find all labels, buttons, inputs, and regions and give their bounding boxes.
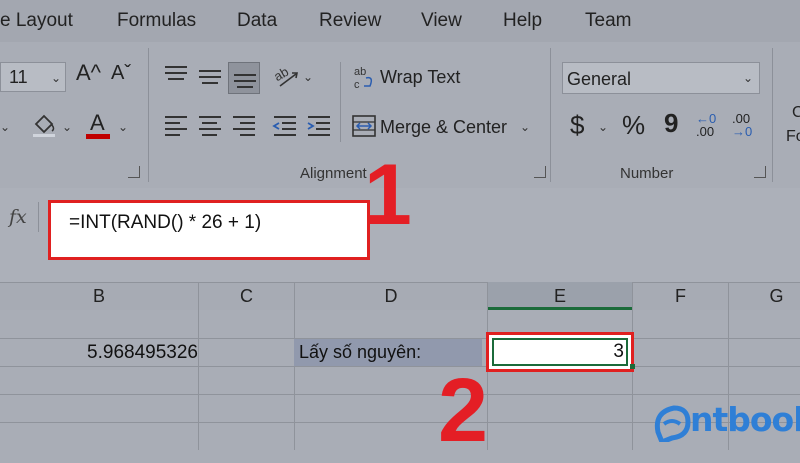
cell-e-selected[interactable]: 3 <box>486 332 634 372</box>
group-separator <box>340 62 341 142</box>
column-header-d[interactable]: D <box>295 283 487 309</box>
font-launcher-icon[interactable] <box>128 166 140 178</box>
menu-formulas[interactable]: Formulas <box>117 10 196 32</box>
increase-decimal-bottom: .00 <box>696 124 715 139</box>
chevron-down-icon: ⌄ <box>520 120 531 134</box>
orientation-button[interactable]: ab <box>271 62 302 90</box>
svg-text:ab: ab <box>272 64 291 84</box>
increase-indent-icon <box>307 116 330 136</box>
wrap-text-button[interactable]: ab c Wrap Text <box>352 62 472 92</box>
number-group-label: Number <box>620 165 674 182</box>
annotation-number-1: 1 <box>364 147 412 243</box>
percent-button[interactable]: % <box>622 110 645 141</box>
font-color-button[interactable]: A <box>86 110 112 140</box>
decrease-indent-button[interactable] <box>272 114 298 138</box>
fill-handle[interactable] <box>630 364 635 369</box>
group-separator <box>550 48 551 182</box>
align-center-icon[interactable] <box>199 116 221 140</box>
group-separator <box>772 48 773 182</box>
chevron-down-icon[interactable]: ⌄ <box>303 70 313 84</box>
formula-separator <box>38 202 39 232</box>
column-header-g[interactable]: G <box>729 283 800 309</box>
orientation-icon: ab <box>271 64 298 87</box>
font-color-letter: A <box>90 110 105 135</box>
number-format-value: General <box>567 69 632 89</box>
chevron-down-icon: ⌄ <box>743 71 754 85</box>
chevron-down-icon: ⌄ <box>51 71 62 85</box>
bottom-align-icon <box>234 74 256 92</box>
menu-view[interactable]: View <box>421 10 462 32</box>
cutoff-label-c: C <box>792 104 800 121</box>
cell-b-value[interactable]: 5.968495326 <box>0 340 198 366</box>
ntbook-logo: ntbook <box>652 400 800 444</box>
column-header-e[interactable]: E <box>488 283 632 309</box>
column-header-c[interactable]: C <box>199 283 294 309</box>
formula-input[interactable]: =INT(RAND() * 26 + 1) <box>48 200 370 260</box>
column-header-b[interactable]: B <box>0 283 198 309</box>
merge-cells-icon <box>352 115 376 137</box>
svg-text:c: c <box>354 79 360 90</box>
merge-center-button[interactable]: Merge & Center ⌄ <box>352 112 532 142</box>
menu-data[interactable]: Data <box>237 10 277 32</box>
decrease-decimal-bottom: →0 <box>732 124 753 139</box>
menu-help[interactable]: Help <box>503 10 542 32</box>
chevron-down-icon[interactable]: ⌄ <box>62 120 72 134</box>
grow-font-button[interactable]: A^ <box>76 60 101 86</box>
comma-style-button[interactable]: 9 <box>664 108 678 139</box>
chevron-down-icon[interactable]: ⌄ <box>0 120 10 134</box>
decrease-decimal-button[interactable]: .00 →0 <box>732 112 760 142</box>
alignment-group-label: Alignment <box>300 165 367 182</box>
number-launcher-icon[interactable] <box>754 166 766 178</box>
logo-text: ntbook <box>690 400 800 439</box>
wrap-text-icon: ab c <box>354 66 373 90</box>
fill-color-button[interactable] <box>32 112 56 138</box>
alignment-launcher-icon[interactable] <box>534 166 546 178</box>
font-color-bar <box>86 134 110 139</box>
font-size-value: 11 <box>9 67 28 87</box>
gridline <box>0 366 800 367</box>
increase-indent-button[interactable] <box>306 114 332 138</box>
menu-review[interactable]: Review <box>319 10 381 32</box>
align-right-icon[interactable] <box>233 116 255 140</box>
top-align-icon[interactable] <box>165 66 187 84</box>
formula-text: =INT(RAND() * 26 + 1) <box>69 212 262 233</box>
logo-mark-icon <box>654 405 691 442</box>
font-size-dropdown[interactable]: 11 ⌄ <box>0 62 66 92</box>
gridline <box>0 394 800 395</box>
middle-align-icon[interactable] <box>199 70 221 88</box>
wrap-text-label: Wrap Text <box>380 67 461 87</box>
svg-text:ab: ab <box>354 66 366 78</box>
chevron-down-icon[interactable]: ⌄ <box>118 120 128 134</box>
increase-decimal-button[interactable]: ←0 .00 <box>696 112 724 142</box>
annotation-number-2: 2 <box>438 361 489 461</box>
fx-icon[interactable]: fx <box>9 206 27 228</box>
cutoff-label-fo: Fo <box>786 128 800 145</box>
currency-button[interactable]: $ <box>570 110 584 141</box>
bottom-align-button[interactable] <box>228 62 260 94</box>
column-header-f[interactable]: F <box>633 283 728 309</box>
merge-center-label: Merge & Center <box>380 117 508 137</box>
menu-team[interactable]: Team <box>585 10 631 32</box>
align-left-icon[interactable] <box>165 116 187 140</box>
number-format-dropdown[interactable]: General ⌄ <box>562 62 760 94</box>
shrink-font-button[interactable]: Aˇ <box>111 62 131 85</box>
paint-bucket-icon <box>33 114 55 137</box>
menu-page-layout[interactable]: e Layout <box>0 10 73 32</box>
menu-bar: e Layout Formulas Data Review View Help … <box>0 0 800 42</box>
decrease-indent-icon <box>272 116 296 136</box>
group-separator <box>148 48 149 182</box>
cell-e-value: 3 <box>492 338 628 366</box>
chevron-down-icon[interactable]: ⌄ <box>598 120 608 134</box>
